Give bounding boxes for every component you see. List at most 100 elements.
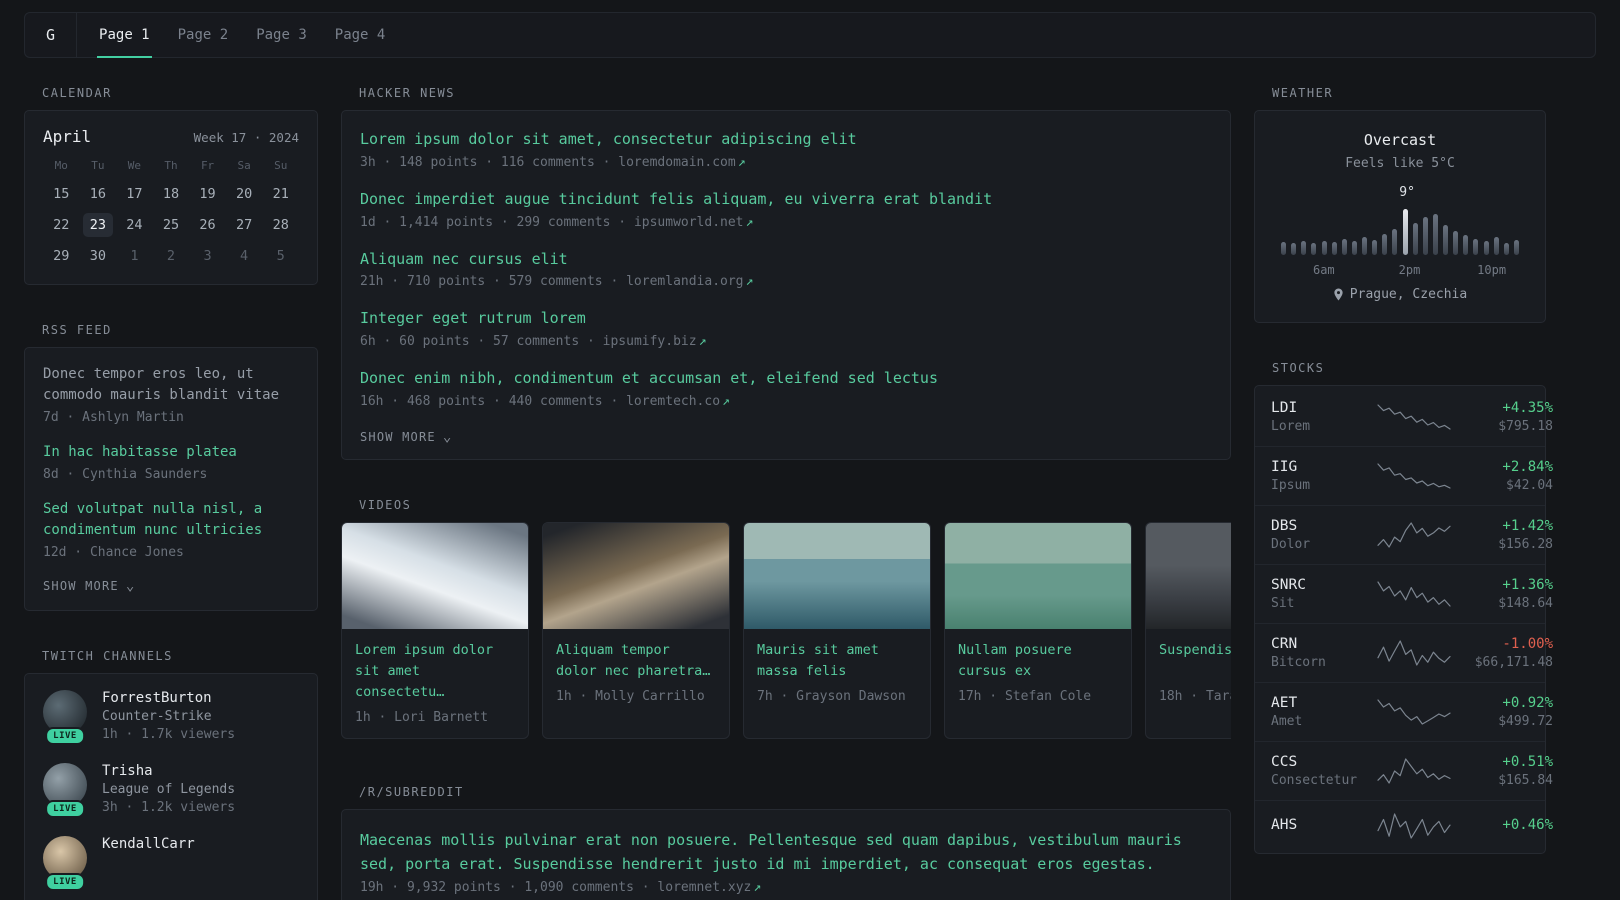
channel-name[interactable]: KendallCarr	[102, 836, 195, 852]
calendar-widget-title: CALENDAR	[42, 86, 112, 100]
stock-price: $156.28	[1498, 537, 1553, 552]
video-thumbnail[interactable]	[1146, 522, 1231, 629]
story-title-link[interactable]: Lorem ipsum dolor sit amet, consectetur …	[360, 129, 1212, 151]
story-domain-link[interactable]: ipsumworld.net ↗	[634, 215, 753, 230]
stock-row: SNRC Sit +1.36% $148.64	[1255, 564, 1553, 623]
stock-symbol[interactable]: SNRC	[1271, 577, 1367, 593]
story-title-link[interactable]: Donec enim nibh, condimentum et accumsan…	[360, 368, 1212, 390]
external-link-icon: ↗	[753, 879, 762, 895]
channel-name[interactable]: ForrestBurton	[102, 690, 235, 706]
rss-item: Donec tempor eros leo, ut commodo mauris…	[43, 364, 299, 425]
video-card[interactable]: Suspendisse diam 18h · Tara	[1145, 521, 1231, 739]
story-domain-link[interactable]: loremlandia.org ↗	[626, 274, 753, 289]
videos-row: Lorem ipsum dolor sit amet consectetu… 1…	[341, 521, 1231, 739]
rss-show-more-button[interactable]: SHOW MORE ⌄	[43, 579, 135, 593]
stock-symbol[interactable]: CCS	[1271, 754, 1367, 770]
video-meta: 7h · Grayson Dawson	[757, 688, 906, 704]
weather-condition: Overcast	[1363, 131, 1437, 149]
rss-item-link[interactable]: Donec tempor eros leo, ut commodo mauris…	[43, 364, 299, 406]
calendar-day: 27	[235, 217, 253, 233]
tab-page-2[interactable]: Page 2	[164, 13, 243, 57]
video-thumbnail[interactable]	[945, 522, 1131, 629]
channel-avatar-wrap: LIVE	[43, 836, 87, 891]
stock-symbol[interactable]: LDI	[1271, 400, 1367, 416]
calendar-day-selected: 23	[82, 213, 113, 237]
channel-avatar-wrap: LIVE	[43, 690, 87, 745]
stocks-panel: LDI Lorem +4.35% $795.18 IIG Ipsum +2.84…	[1254, 385, 1553, 854]
stock-symbol[interactable]: CRN	[1271, 636, 1367, 652]
twitch-channel-row[interactable]: LIVE KendallCarr	[43, 836, 299, 891]
chevron-down-icon: ⌄	[125, 578, 136, 594]
weather-panel: Overcast Feels like 5°C 9° 6am 2pm 10pm …	[1254, 110, 1546, 323]
story-domain-link[interactable]: loremtech.co ↗	[626, 394, 730, 409]
channel-name[interactable]: Trisha	[102, 763, 235, 779]
story-item: Donec enim nibh, condimentum et accumsan…	[360, 368, 1212, 409]
stock-symbol[interactable]: IIG	[1271, 459, 1367, 475]
video-thumbnail[interactable]	[744, 522, 930, 629]
top-navbar: G Page 1 Page 2 Page 3 Page 4	[24, 12, 1596, 58]
tab-page-4[interactable]: Page 4	[321, 13, 400, 57]
location-pin-icon	[1334, 288, 1343, 301]
story-title-link[interactable]: Integer eget rutrum lorem	[360, 308, 1212, 330]
story-item: Lorem ipsum dolor sit amet, consectetur …	[360, 129, 1212, 170]
page-tabs: Page 1 Page 2 Page 3 Page 4	[77, 13, 400, 58]
stock-change: +1.36%	[1502, 577, 1553, 593]
story-title-link[interactable]: Donec imperdiet augue tincidunt felis al…	[360, 189, 1212, 211]
tab-page-3[interactable]: Page 3	[242, 13, 321, 57]
video-card[interactable]: Nullam posuere cursus ex 17h · Stefan Co…	[944, 521, 1132, 739]
hacker-news-show-more-button[interactable]: SHOW MORE ⌄	[360, 430, 452, 444]
video-title-link[interactable]: Suspendisse diam	[1159, 640, 1231, 682]
weather-time-label: 10pm	[1477, 263, 1507, 277]
stock-symbol[interactable]: DBS	[1271, 518, 1367, 534]
stock-sparkline	[1377, 813, 1451, 839]
story-meta: 6h · 60 points · 57 comments · ipsumify.…	[360, 334, 707, 349]
story-meta: 21h · 710 points · 579 comments · loreml…	[360, 274, 754, 290]
calendar-day: 26	[199, 217, 216, 233]
post-title-link[interactable]: Maecenas mollis pulvinar erat non posuer…	[360, 828, 1212, 876]
rss-item-meta: 12d · Chance Jones	[43, 545, 184, 560]
rss-item-link[interactable]: In hac habitasse platea	[43, 442, 299, 463]
video-title-link[interactable]: Nullam posuere cursus ex	[958, 640, 1118, 682]
stock-row: CCS Consectetur +0.51% $165.84	[1255, 741, 1553, 800]
live-badge: LIVE	[45, 800, 85, 818]
video-card[interactable]: Lorem ipsum dolor sit amet consectetu… 1…	[341, 521, 529, 739]
twitch-channel-row[interactable]: LIVE Trisha League of Legends 3h · 1.2k …	[43, 763, 299, 818]
story-domain-link[interactable]: loremdomain.com ↗	[618, 155, 745, 170]
stock-row: LDI Lorem +4.35% $795.18	[1255, 388, 1553, 446]
tab-page-1[interactable]: Page 1	[85, 13, 164, 58]
post-domain-link[interactable]: loremnet.xyz ↗	[657, 880, 761, 895]
video-meta: 18h · Tara	[1159, 688, 1231, 704]
video-thumbnail[interactable]	[543, 522, 729, 629]
story-meta: 1d · 1,414 points · 299 comments · ipsum…	[360, 214, 754, 230]
rss-item-link[interactable]: Sed volutpat nulla nisl, a condimentum n…	[43, 499, 299, 541]
live-badge: LIVE	[45, 727, 85, 745]
post-meta: 19h · 9,932 points · 1,090 comments · lo…	[360, 879, 762, 895]
hacker-news-panel: Lorem ipsum dolor sit amet, consectetur …	[341, 110, 1231, 460]
twitch-channel-row[interactable]: LIVE ForrestBurton Counter-Strike 1h · 1…	[43, 690, 299, 745]
calendar-day-next-month: 4	[240, 248, 249, 264]
video-title-link[interactable]: Lorem ipsum dolor sit amet consectetu…	[355, 640, 515, 703]
stock-sparkline	[1377, 699, 1451, 725]
rss-widget: RSS FEED Donec tempor eros leo, ut commo…	[24, 323, 318, 611]
stock-sparkline	[1377, 463, 1451, 489]
channel-meta: 3h · 1.2k viewers	[102, 800, 236, 815]
stock-symbol[interactable]: AHS	[1271, 817, 1367, 833]
calendar-day: 20	[235, 186, 253, 202]
video-card[interactable]: Aliquam tempor dolor nec pharetra… 1h · …	[542, 521, 730, 739]
stock-symbol[interactable]: AET	[1271, 695, 1367, 711]
rss-widget-title: RSS FEED	[42, 323, 112, 337]
calendar-panel: April Week 17 · 2024 Mo Tu We Th Fr Sa S…	[24, 110, 318, 285]
video-card[interactable]: Mauris sit amet massa felis 7h · Grayson…	[743, 521, 931, 739]
story-domain-link[interactable]: ipsumify.biz ↗	[603, 334, 707, 349]
video-title-link[interactable]: Mauris sit amet massa felis	[757, 640, 917, 682]
video-title-link[interactable]: Aliquam tempor dolor nec pharetra…	[556, 640, 716, 682]
calendar-dow: Tu	[91, 159, 105, 172]
video-thumbnail[interactable]	[342, 522, 528, 629]
video-meta: 1h · Molly Carrillo	[556, 688, 705, 704]
story-meta: 3h · 148 points · 116 comments · loremdo…	[360, 154, 746, 170]
calendar-day: 16	[89, 186, 106, 202]
story-title-link[interactable]: Aliquam nec cursus elit	[360, 249, 1212, 271]
stock-name: Bitcorn	[1271, 655, 1326, 670]
stock-change: +0.92%	[1502, 695, 1553, 711]
calendar-day: 30	[89, 248, 106, 264]
